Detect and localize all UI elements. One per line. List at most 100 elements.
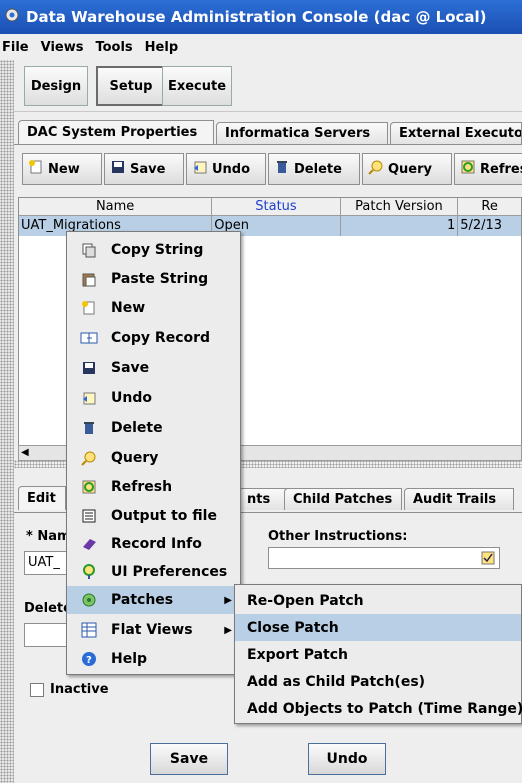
tab-child-patches[interactable]: Child Patches bbox=[284, 488, 402, 510]
new-label: New bbox=[48, 161, 80, 177]
menu-item-record-info[interactable]: Record Info bbox=[67, 530, 240, 558]
menu-item-label: Record Info bbox=[111, 536, 202, 552]
menu-item-label: Save bbox=[111, 360, 150, 376]
submenu-item-export-patch[interactable]: Export Patch bbox=[235, 641, 521, 668]
submenu-item-add-child-patches[interactable]: Add as Child Patch(es) bbox=[235, 668, 521, 695]
name-label: * Nam bbox=[26, 529, 71, 544]
inactive-label: Inactive bbox=[50, 682, 109, 697]
scroll-left-icon[interactable]: ◀ bbox=[21, 447, 29, 458]
menu-item-label: Copy String bbox=[111, 242, 204, 258]
new-icon bbox=[67, 300, 111, 316]
refresh-button[interactable]: Refres bbox=[454, 153, 522, 185]
menu-file[interactable]: File bbox=[0, 40, 35, 55]
save-icon bbox=[110, 159, 126, 179]
menu-item-output-to-file[interactable]: Output to file bbox=[67, 502, 240, 530]
menu-item-paste-string[interactable]: Paste String bbox=[67, 265, 240, 293]
column-patch-version[interactable]: Patch Version bbox=[341, 198, 459, 215]
undo-button[interactable]: Undo bbox=[308, 743, 386, 775]
setup-button[interactable]: Setup bbox=[96, 66, 166, 106]
title-bar: Data Warehouse Administration Console (d… bbox=[0, 0, 522, 34]
delete-button[interactable]: Delete bbox=[268, 153, 360, 185]
menu-item-label: Flat Views bbox=[111, 622, 193, 638]
query-label: Query bbox=[388, 161, 433, 177]
tab-dac-system-properties[interactable]: DAC System Properties bbox=[18, 120, 214, 144]
menu-item-save[interactable]: Save bbox=[67, 354, 240, 382]
other-instructions-label: Other Instructions: bbox=[268, 529, 408, 544]
undo-label: Undo bbox=[212, 161, 251, 177]
patches-icon bbox=[67, 592, 111, 608]
menu-item-label: Delete bbox=[111, 420, 163, 436]
design-button[interactable]: Design bbox=[24, 66, 88, 106]
tab-external-executors[interactable]: External Executo bbox=[390, 122, 522, 144]
query-icon bbox=[67, 450, 111, 466]
column-re[interactable]: Re bbox=[458, 198, 521, 215]
tab-attachments[interactable]: nts bbox=[238, 488, 290, 510]
action-toolbar: New Save Undo Delete Query Refres bbox=[18, 153, 522, 185]
menu-item-copy-string[interactable]: Copy String bbox=[67, 236, 240, 264]
record-info-icon bbox=[67, 536, 111, 552]
menu-item-undo[interactable]: Undo bbox=[67, 384, 240, 412]
menu-item-delete[interactable]: Delete bbox=[67, 414, 240, 442]
menu-item-refresh[interactable]: Refresh bbox=[67, 473, 240, 501]
top-tab-strip: DAC System Properties Informatica Server… bbox=[18, 118, 522, 144]
inactive-checkbox[interactable] bbox=[30, 683, 44, 697]
menu-item-label: Query bbox=[111, 450, 159, 466]
help-icon: ? bbox=[67, 651, 111, 667]
delete-label: Delete bbox=[294, 161, 342, 177]
menu-item-label: New bbox=[111, 300, 146, 316]
column-name[interactable]: Name bbox=[19, 198, 213, 215]
save-button-toolbar[interactable]: Save bbox=[104, 153, 184, 185]
submenu-item-close-patch[interactable]: Close Patch bbox=[235, 614, 521, 641]
ui-preferences-icon bbox=[67, 564, 111, 580]
execute-button[interactable]: Execute bbox=[162, 66, 232, 106]
menu-item-flat-views[interactable]: Flat Views ▶ bbox=[67, 616, 240, 644]
refresh-icon bbox=[460, 159, 476, 179]
menu-item-patches[interactable]: Patches ▶ bbox=[67, 586, 240, 614]
menu-item-query[interactable]: Query bbox=[67, 444, 240, 472]
query-button[interactable]: Query bbox=[362, 153, 452, 185]
menu-item-label: Output to file bbox=[111, 508, 217, 524]
menu-item-label: Copy Record bbox=[111, 330, 211, 346]
undo-icon bbox=[192, 159, 208, 179]
cell-patch-version: 1 bbox=[341, 216, 459, 236]
submenu-arrow-icon: ▶ bbox=[224, 624, 232, 636]
tab-edit[interactable]: Edit bbox=[18, 486, 66, 510]
submenu-arrow-icon: ▶ bbox=[224, 594, 232, 606]
delete-icon bbox=[67, 420, 111, 436]
flat-views-icon bbox=[67, 622, 111, 638]
tab-informatica-servers[interactable]: Informatica Servers bbox=[216, 122, 388, 144]
submenu-item-add-objects-time-range[interactable]: Add Objects to Patch (Time Range) bbox=[235, 695, 522, 722]
views-toolbar: Design Setup Execute bbox=[14, 60, 522, 112]
menu-item-copy-record[interactable]: Copy Record bbox=[67, 324, 240, 352]
menu-item-label: Patches bbox=[111, 592, 174, 608]
save-label: Save bbox=[130, 161, 166, 177]
menu-tools[interactable]: Tools bbox=[89, 40, 138, 55]
menu-item-label: Paste String bbox=[111, 271, 209, 287]
left-grip[interactable] bbox=[0, 60, 14, 783]
context-menu: Copy String Paste String New Copy Record… bbox=[66, 231, 241, 675]
svg-text:?: ? bbox=[86, 655, 92, 666]
tab-audit-trails[interactable]: Audit Trails bbox=[404, 488, 514, 510]
menu-item-ui-preferences[interactable]: UI Preferences bbox=[67, 558, 240, 586]
menu-item-new[interactable]: New bbox=[67, 294, 240, 322]
submenu-item-reopen-patch[interactable]: Re-Open Patch bbox=[235, 587, 521, 614]
menu-item-label: Undo bbox=[111, 390, 152, 406]
menu-item-help[interactable]: ? Help bbox=[67, 645, 240, 673]
new-button[interactable]: New bbox=[22, 153, 102, 185]
menu-item-label: UI Preferences bbox=[111, 564, 228, 580]
paste-string-icon bbox=[67, 271, 111, 287]
other-instructions-field[interactable] bbox=[268, 547, 500, 569]
save-button[interactable]: Save bbox=[150, 743, 228, 775]
menu-help[interactable]: Help bbox=[139, 40, 184, 55]
refresh-label: Refres bbox=[480, 161, 522, 177]
undo-button-toolbar[interactable]: Undo bbox=[186, 153, 266, 185]
undo-icon bbox=[67, 390, 111, 406]
delete-icon bbox=[274, 159, 290, 179]
table-header: Name Status Patch Version Re bbox=[19, 198, 521, 216]
window-title: Data Warehouse Administration Console (d… bbox=[26, 8, 487, 26]
menu-item-label: Help bbox=[111, 651, 148, 667]
edit-icon[interactable] bbox=[481, 551, 495, 568]
new-icon bbox=[28, 159, 44, 179]
menu-views[interactable]: Views bbox=[35, 40, 90, 55]
column-status[interactable]: Status bbox=[212, 198, 341, 215]
